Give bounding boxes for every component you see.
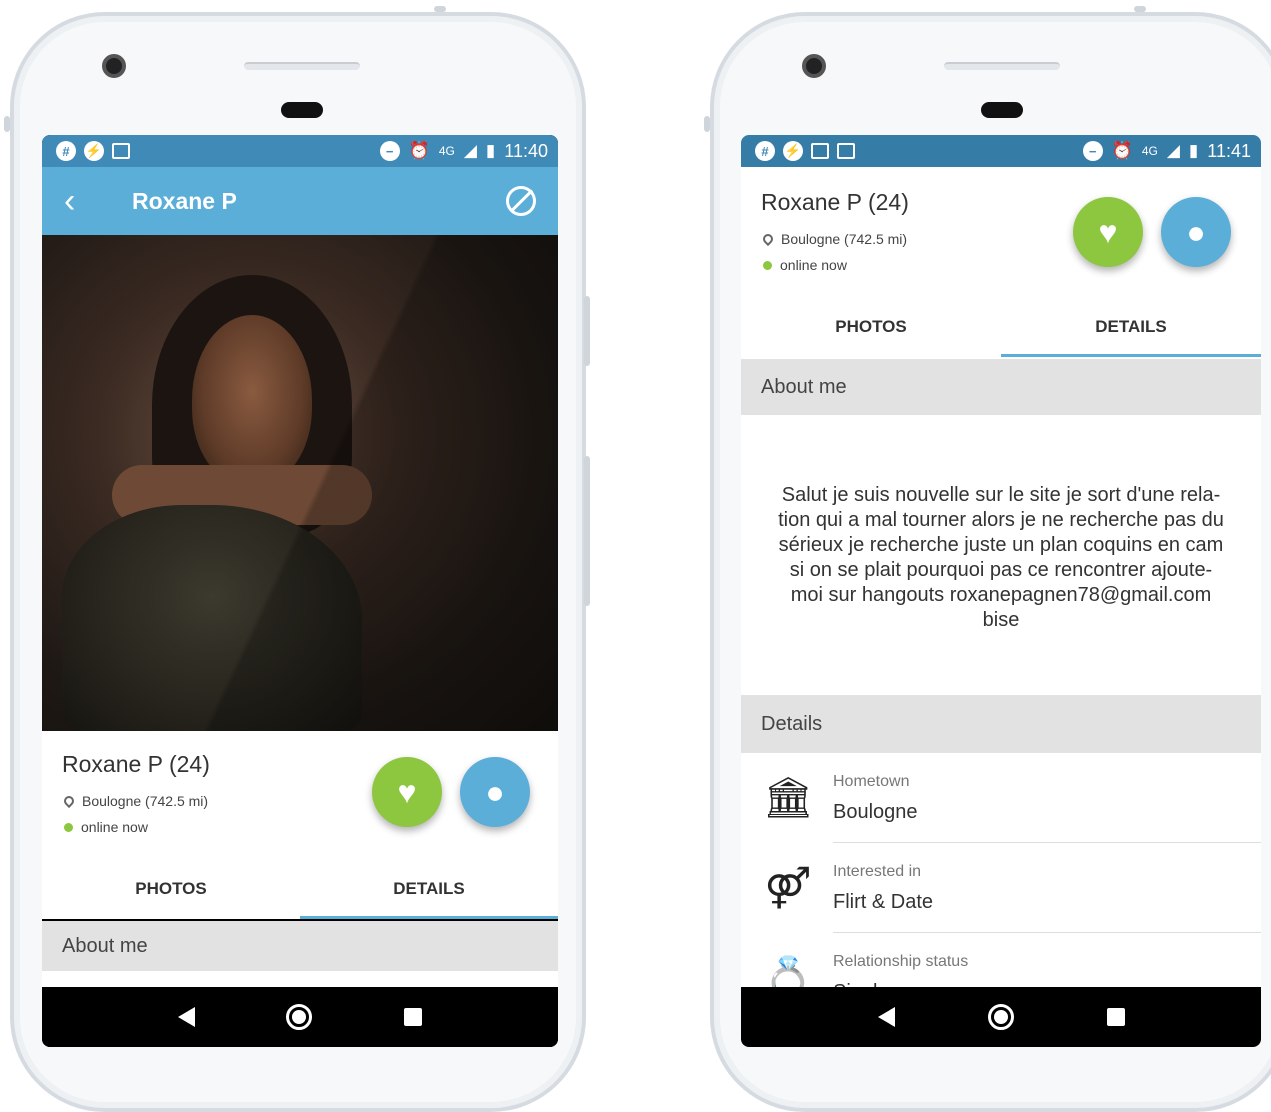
- hashtag-notification-icon: #: [56, 141, 76, 161]
- image-notification-icon: [837, 143, 855, 159]
- app-bar: ‹ Roxane P: [42, 167, 558, 235]
- earpiece-speaker: [244, 62, 360, 70]
- phone-top-notch: [1134, 6, 1146, 12]
- profile-name: Roxane P (24): [761, 189, 909, 215]
- status-time: 11:41: [1207, 140, 1251, 161]
- online-text: online now: [780, 257, 847, 273]
- block-user-icon[interactable]: [506, 186, 536, 216]
- building-icon: 🏛: [763, 776, 814, 820]
- signal-icon: ◢: [1166, 141, 1180, 160]
- network-label: 4G: [438, 144, 455, 158]
- phone-volume-button: [584, 456, 590, 606]
- nav-home-icon[interactable]: [987, 1004, 1014, 1030]
- profile-photo[interactable]: [42, 235, 558, 835]
- network-label: 4G: [1141, 144, 1158, 158]
- earpiece-speaker: [944, 62, 1060, 70]
- gmail-notification-icon: [811, 143, 829, 159]
- app-bar-title: Roxane P: [132, 187, 237, 214]
- phone-frame-right: # ⚡ − ⏰ 4G ◢ ▮ 11:41 Roxane P (24) Boulo…: [704, 6, 1271, 1112]
- screen-right: # ⚡ − ⏰ 4G ◢ ▮ 11:41 Roxane P (24) Boulo…: [741, 135, 1261, 1047]
- screen-left: # ⚡ − ⏰ 4G ◢ ▮ 11:40 ‹ Roxane P Roxane P…: [42, 135, 558, 1047]
- back-arrow-icon[interactable]: ‹: [64, 182, 124, 221]
- nav-recents-icon[interactable]: [404, 1008, 423, 1026]
- online-dot-icon: [763, 260, 772, 270]
- status-bar: # ⚡ − ⏰ 4G ◢ ▮ 11:41: [741, 135, 1261, 167]
- online-text: online now: [81, 819, 148, 835]
- like-button[interactable]: ♥: [1073, 197, 1143, 267]
- location-pin-icon: [61, 793, 77, 809]
- nav-recents-icon[interactable]: [1106, 1008, 1125, 1026]
- nav-bar: [42, 987, 558, 1047]
- section-about-me: About me: [42, 921, 558, 971]
- detail-row-interested-in: ⚤ Interested in Flirt & Date: [741, 843, 1261, 933]
- profile-name: Roxane P (24): [62, 751, 210, 777]
- location-pin-icon: [760, 231, 776, 247]
- gender-icon: ⚤: [764, 866, 812, 910]
- proximity-sensor: [281, 102, 323, 118]
- location-text: Boulogne (742.5 mi): [82, 793, 209, 809]
- nav-back-icon[interactable]: [877, 1007, 895, 1027]
- profile-tabs: PHOTOS DETAILS: [42, 859, 558, 919]
- tab-details[interactable]: DETAILS: [1001, 297, 1261, 357]
- location-text: Boulogne (742.5 mi): [781, 231, 908, 247]
- hashtag-notification-icon: #: [755, 141, 775, 161]
- signal-icon: ◢: [463, 141, 477, 160]
- phone-side-notch: [4, 116, 10, 132]
- profile-location: Boulogne (742.5 mi): [61, 793, 209, 809]
- status-time: 11:40: [504, 140, 548, 161]
- tab-details[interactable]: DETAILS: [300, 859, 558, 919]
- do-not-disturb-icon: −: [379, 141, 400, 161]
- detail-value: Flirt & Date: [833, 891, 934, 913]
- like-button[interactable]: ♥: [372, 757, 442, 827]
- battery-icon: ▮: [1188, 141, 1199, 160]
- online-status: online now: [763, 257, 847, 273]
- phone-side-notch: [704, 116, 710, 132]
- tab-photos[interactable]: PHOTOS: [42, 859, 300, 919]
- front-camera: [802, 54, 826, 78]
- profile-card: Roxane P (24) Boulogne (742.5 mi) online…: [42, 731, 558, 861]
- detail-row-hometown: 🏛 Hometown Boulogne: [741, 753, 1261, 843]
- about-me-text: Salut je suis nouvelle sur le site je so…: [778, 484, 1224, 631]
- front-camera: [102, 54, 126, 78]
- phone-top-notch: [434, 6, 446, 12]
- online-status: online now: [64, 819, 148, 835]
- proximity-sensor: [981, 102, 1023, 118]
- profile-card: Roxane P (24) Boulogne (742.5 mi) online…: [741, 167, 1261, 297]
- battery-icon: ▮: [485, 141, 496, 160]
- phone-power-button: [584, 296, 590, 366]
- tab-photos[interactable]: PHOTOS: [741, 297, 1001, 357]
- nav-back-icon[interactable]: [177, 1007, 195, 1027]
- nav-home-icon[interactable]: [286, 1004, 313, 1030]
- status-bar: # ⚡ − ⏰ 4G ◢ ▮ 11:40: [42, 135, 558, 167]
- detail-value: Boulogne: [833, 801, 918, 823]
- online-dot-icon: [64, 822, 73, 832]
- message-button[interactable]: ●: [460, 757, 530, 827]
- messenger-notification-icon: ⚡: [84, 141, 104, 161]
- messenger-notification-icon: ⚡: [783, 141, 803, 161]
- section-about-me: About me: [741, 359, 1261, 415]
- phone-frame-left: # ⚡ − ⏰ 4G ◢ ▮ 11:40 ‹ Roxane P Roxane P…: [4, 6, 590, 1112]
- detail-label: Relationship status: [833, 953, 969, 970]
- do-not-disturb-icon: −: [1082, 141, 1103, 161]
- detail-label: Hometown: [833, 773, 910, 790]
- gmail-notification-icon: [112, 143, 130, 159]
- detail-label: Interested in: [833, 863, 922, 880]
- nav-bar: [741, 987, 1261, 1047]
- alarm-icon: ⏰: [1111, 141, 1133, 160]
- message-button[interactable]: ●: [1161, 197, 1231, 267]
- section-details: Details: [741, 695, 1261, 753]
- profile-location: Boulogne (742.5 mi): [760, 231, 908, 247]
- alarm-icon: ⏰: [408, 141, 430, 160]
- profile-tabs: PHOTOS DETAILS: [741, 297, 1261, 357]
